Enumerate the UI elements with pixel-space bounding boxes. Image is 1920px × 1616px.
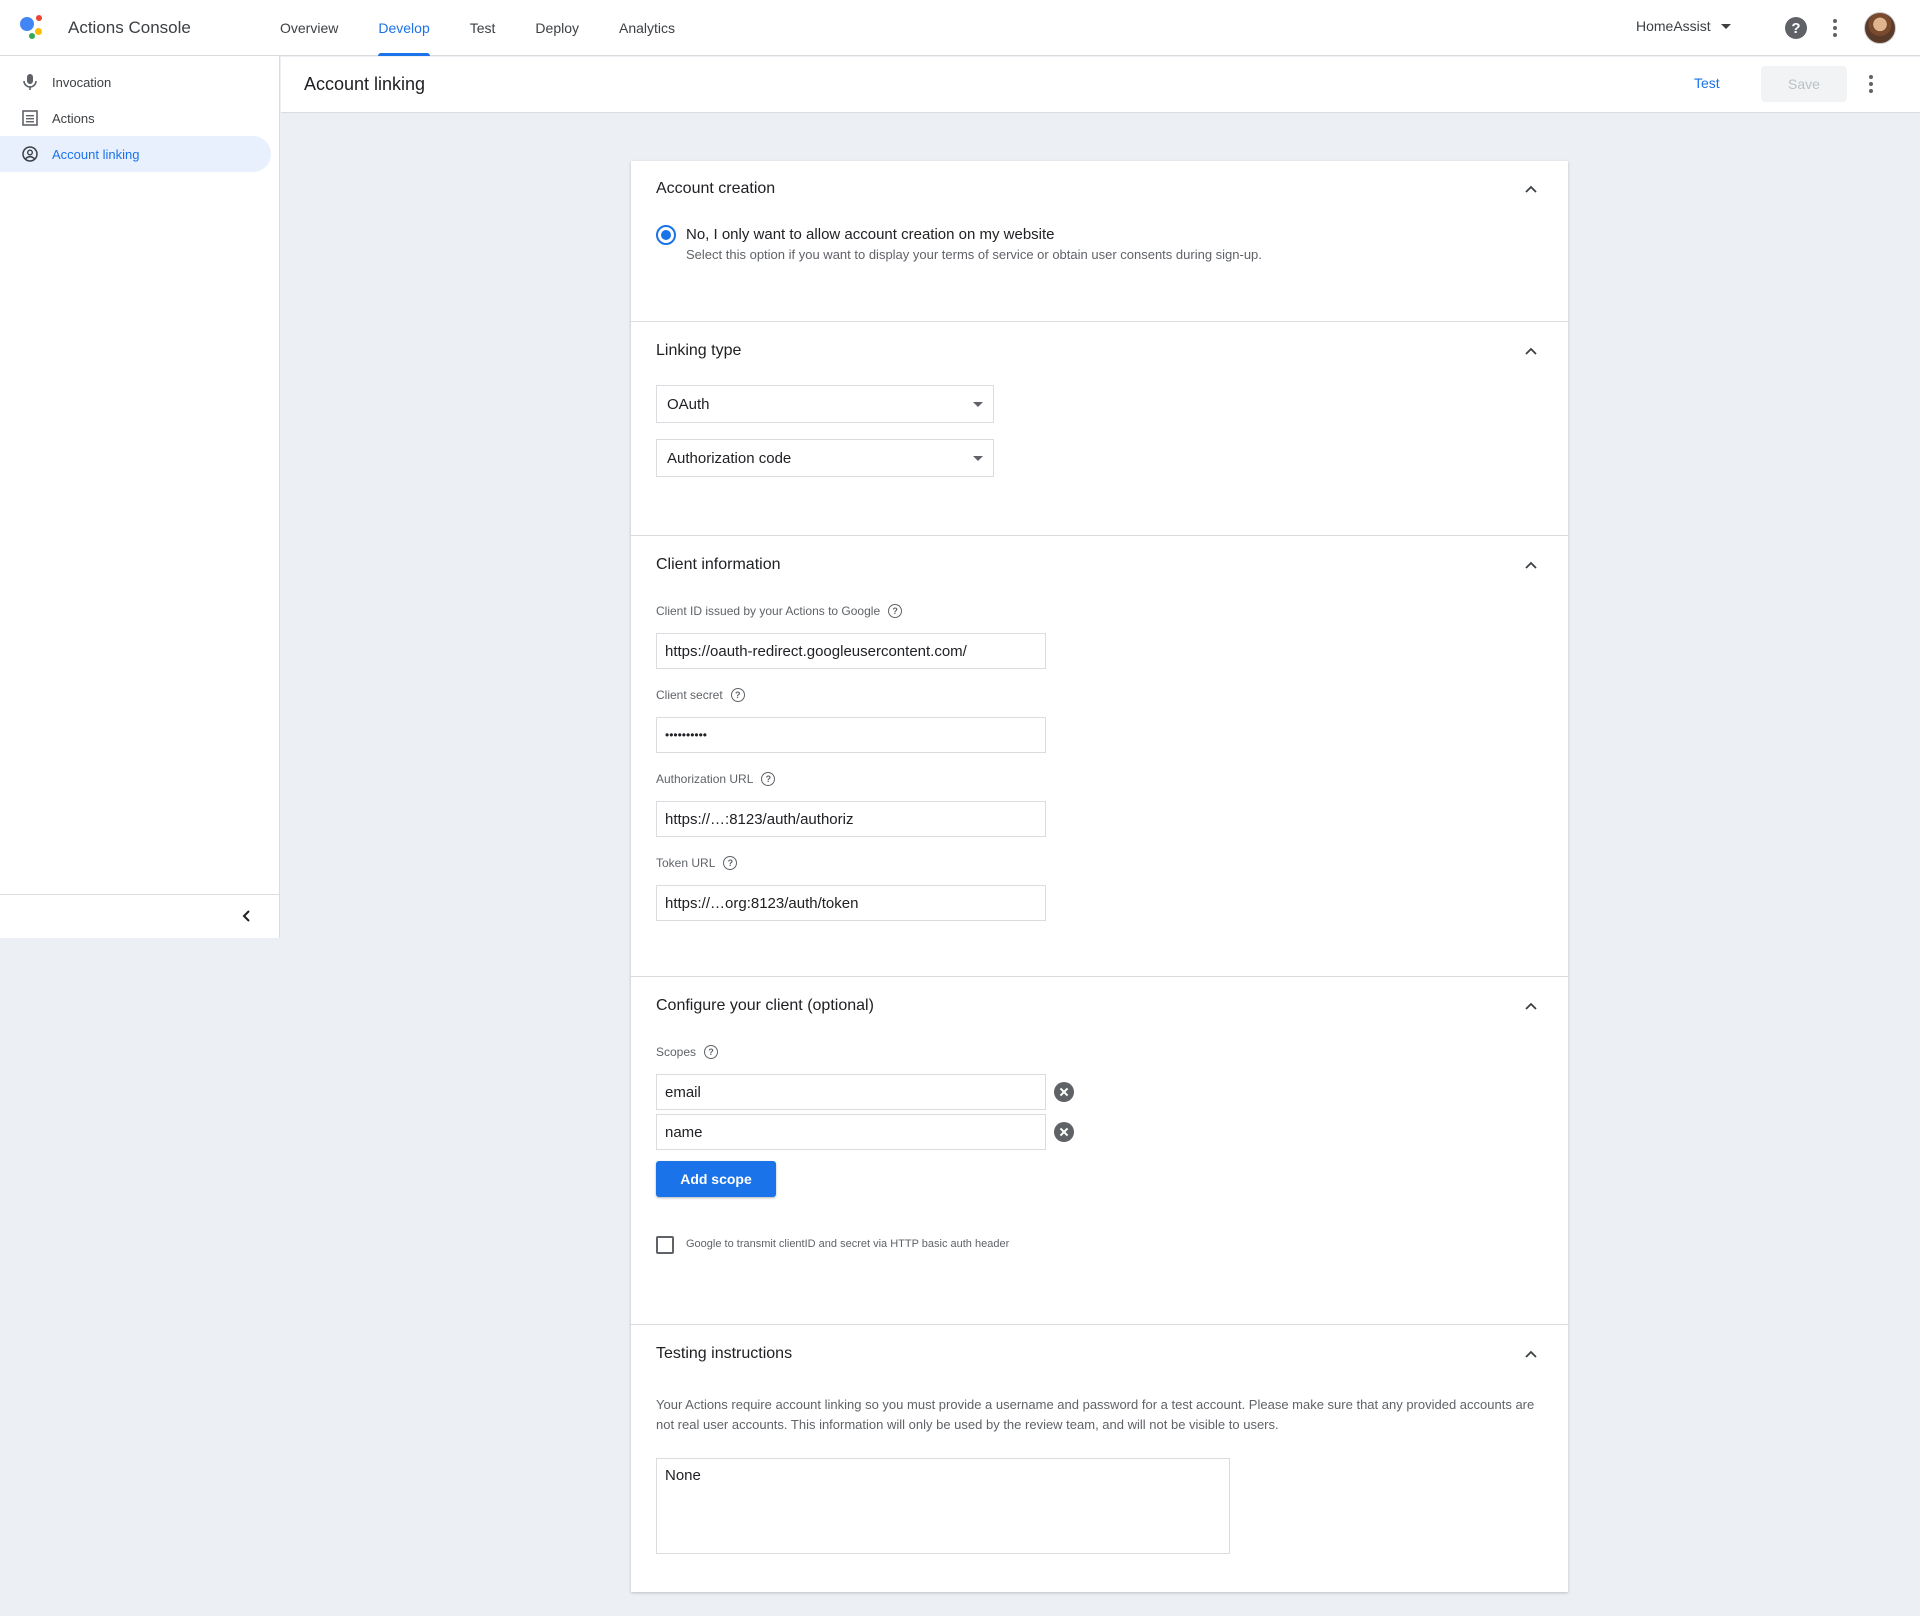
more-vert-icon[interactable] [1869, 75, 1873, 93]
client-secret-label: Client secret? [656, 688, 745, 702]
account-circle-icon [22, 146, 38, 162]
assistant-logo-icon[interactable] [20, 14, 50, 42]
chevron-down-icon [1720, 23, 1731, 29]
section-title: Configure your client (optional) [656, 997, 874, 1014]
top-bar: Actions Console Overview Develop Test De… [0, 0, 1920, 56]
more-vert-icon[interactable] [1833, 19, 1837, 37]
section-title: Client information [656, 556, 781, 573]
linking-type-select[interactable]: OAuth [656, 385, 994, 423]
main-nav: Overview Develop Test Deploy Analytics [260, 0, 695, 56]
nav-analytics[interactable]: Analytics [599, 0, 695, 56]
checkbox-label: Google to transmit clientID and secret v… [686, 1238, 1010, 1250]
scope-input[interactable]: email [656, 1074, 1046, 1110]
save-button[interactable]: Save [1761, 66, 1847, 102]
sidebar-item-invocation[interactable]: Invocation [0, 64, 271, 100]
dropdown-arrow-icon [973, 401, 983, 407]
scope-input[interactable]: name [656, 1114, 1046, 1150]
grant-type-select[interactable]: Authorization code [656, 439, 994, 477]
radio-description: Select this option if you want to displa… [686, 247, 1262, 262]
project-selector[interactable]: HomeAssist [1636, 18, 1731, 34]
chevron-up-icon[interactable] [1524, 182, 1538, 196]
section-linking-type: Linking type OAuth Authorization code [631, 321, 1568, 535]
sidebar: Invocation Actions Account linking [0, 56, 280, 938]
cancel-icon[interactable] [1054, 1122, 1074, 1142]
account-linking-card: Account creation No, I only want to allo… [631, 161, 1568, 1592]
help-outline-icon[interactable]: ? [723, 856, 738, 870]
chevron-up-icon[interactable] [1524, 344, 1538, 358]
section-title: Testing instructions [656, 1345, 793, 1362]
nav-overview[interactable]: Overview [260, 0, 358, 56]
account-creation-radio[interactable] [656, 225, 676, 245]
sidebar-item-label: Invocation [52, 74, 112, 90]
help-outline-icon[interactable]: ? [730, 688, 745, 702]
sidebar-item-actions[interactable]: Actions [0, 100, 271, 136]
page-header: Account linking [281, 57, 1920, 113]
select-value: Authorization code [667, 449, 792, 467]
section-title: Account creation [656, 180, 776, 197]
chevron-left-icon[interactable] [240, 909, 254, 923]
sidebar-item-account-linking[interactable]: Account linking [0, 136, 271, 172]
page-title: Account linking [304, 74, 426, 94]
authorization-url-input[interactable]: https://…:8123/auth/authoriz [656, 801, 1046, 837]
avatar[interactable] [1864, 12, 1896, 44]
chevron-up-icon[interactable] [1524, 558, 1538, 572]
sidebar-footer [0, 894, 280, 938]
section-configure-client: Configure your client (optional) Scopes?… [631, 976, 1568, 1324]
chevron-up-icon[interactable] [1524, 1347, 1538, 1361]
help-outline-icon[interactable]: ? [888, 604, 903, 618]
app-title: Actions Console [68, 18, 191, 37]
sidebar-item-label: Account linking [52, 146, 140, 162]
test-button[interactable]: Test [1694, 75, 1720, 91]
list-icon [22, 110, 38, 126]
scopes-label: Scopes? [656, 1045, 719, 1059]
radio-label: No, I only want to allow account creatio… [686, 226, 1055, 243]
help-icon[interactable]: ? [1785, 17, 1807, 39]
authorization-url-label: Authorization URL? [656, 772, 776, 786]
add-scope-button[interactable]: Add scope [656, 1161, 776, 1197]
client-id-label: Client ID issued by your Actions to Goog… [656, 604, 903, 618]
section-title: Linking type [656, 342, 742, 359]
section-testing-instructions: Testing instructions Your Actions requir… [631, 1324, 1568, 1592]
token-url-label: Token URL? [656, 856, 738, 870]
nav-deploy[interactable]: Deploy [515, 0, 599, 56]
dropdown-arrow-icon [973, 455, 983, 461]
help-outline-icon[interactable]: ? [761, 772, 776, 786]
sidebar-item-label: Actions [52, 110, 95, 126]
chevron-up-icon[interactable] [1524, 999, 1538, 1013]
cancel-icon[interactable] [1054, 1082, 1074, 1102]
testing-instructions-textarea[interactable]: None [656, 1458, 1230, 1554]
select-value: OAuth [667, 395, 710, 413]
testing-description: Your Actions require account linking so … [656, 1397, 1535, 1432]
nav-develop[interactable]: Develop [358, 0, 449, 56]
project-name: HomeAssist [1636, 18, 1711, 34]
nav-test[interactable]: Test [450, 0, 516, 56]
token-url-input[interactable]: https://…org:8123/auth/token [656, 885, 1046, 921]
microphone-icon [22, 74, 38, 90]
section-account-creation: Account creation No, I only want to allo… [631, 161, 1568, 321]
client-secret-input[interactable]: •••••••••• [656, 717, 1046, 753]
basic-auth-checkbox[interactable] [656, 1236, 674, 1254]
section-client-information: Client information Client ID issued by y… [631, 535, 1568, 976]
help-outline-icon[interactable]: ? [704, 1045, 719, 1059]
client-id-input[interactable]: https://oauth-redirect.googleusercontent… [656, 633, 1046, 669]
